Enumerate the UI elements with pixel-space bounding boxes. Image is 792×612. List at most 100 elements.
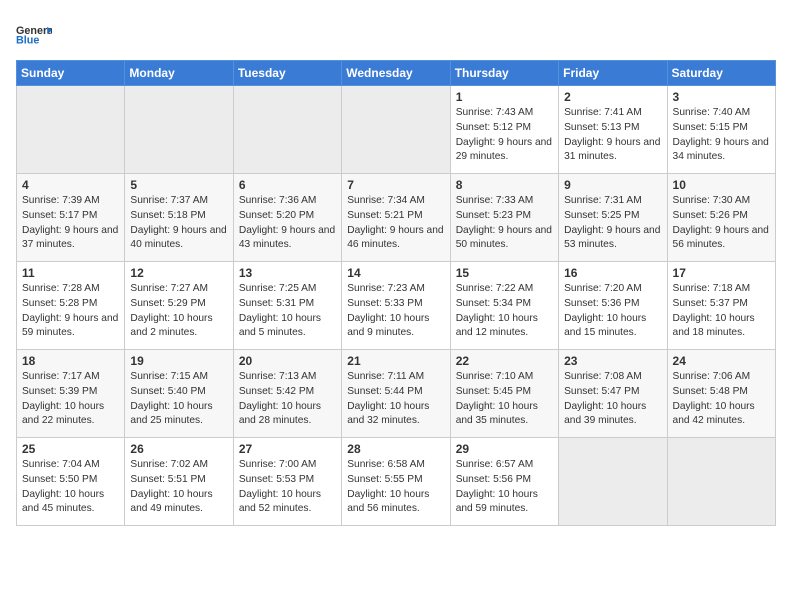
day-number: 2 <box>564 90 661 104</box>
daylight-label: Daylight: 10 hours and 15 minutes. <box>564 313 646 339</box>
day-number: 5 <box>130 178 227 192</box>
day-info: Sunrise: 7:00 AMSunset: 5:53 PMDaylight:… <box>239 458 336 517</box>
sunset-label: Sunset: 5:53 PM <box>239 474 314 485</box>
column-header-wednesday: Wednesday <box>342 61 450 86</box>
daylight-label: Daylight: 10 hours and 39 minutes. <box>564 401 646 427</box>
day-info: Sunrise: 7:25 AMSunset: 5:31 PMDaylight:… <box>239 282 336 341</box>
day-info: Sunrise: 7:36 AMSunset: 5:20 PMDaylight:… <box>239 194 336 253</box>
daylight-label: Daylight: 9 hours and 50 minutes. <box>456 225 552 251</box>
day-info: Sunrise: 7:22 AMSunset: 5:34 PMDaylight:… <box>456 282 553 341</box>
calendar-cell: 1 Sunrise: 7:43 AM Sunset: 5:12 PM Daylight… <box>450 86 558 174</box>
calendar-header-row: SundayMondayTuesdayWednesdayThursdayFrid… <box>17 61 776 86</box>
calendar-cell <box>342 86 450 174</box>
sunset-label: Sunset: 5:17 PM <box>22 210 97 221</box>
sunset-label: Sunset: 5:28 PM <box>22 298 97 309</box>
day-number: 23 <box>564 354 661 368</box>
sunrise-label: Sunrise: 7:36 AM <box>239 195 317 206</box>
daylight-label: Daylight: 10 hours and 49 minutes. <box>130 489 212 515</box>
calendar-cell: 14Sunrise: 7:23 AMSunset: 5:33 PMDayligh… <box>342 262 450 350</box>
calendar-cell: 20Sunrise: 7:13 AMSunset: 5:42 PMDayligh… <box>233 350 341 438</box>
column-header-tuesday: Tuesday <box>233 61 341 86</box>
calendar-cell <box>17 86 125 174</box>
sunrise-label: Sunrise: 7:22 AM <box>456 283 534 294</box>
day-number: 19 <box>130 354 227 368</box>
sunrise-label: Sunrise: 7:40 AM <box>673 107 751 118</box>
sunrise-label: Sunrise: 7:13 AM <box>239 371 317 382</box>
sunrise-label: Sunrise: 7:06 AM <box>673 371 751 382</box>
daylight-label: Daylight: 10 hours and 35 minutes. <box>456 401 538 427</box>
sunset-label: Sunset: 5:47 PM <box>564 386 639 397</box>
sunset-label: Sunset: 5:23 PM <box>456 210 531 221</box>
daylight-label: Daylight: 10 hours and 56 minutes. <box>347 489 429 515</box>
day-number: 16 <box>564 266 661 280</box>
day-number: 12 <box>130 266 227 280</box>
day-number: 25 <box>22 442 119 456</box>
calendar-week-row: 4Sunrise: 7:39 AMSunset: 5:17 PMDaylight… <box>17 174 776 262</box>
sunset-label: Sunset: 5:20 PM <box>239 210 314 221</box>
day-number: 14 <box>347 266 444 280</box>
calendar-cell <box>667 438 775 526</box>
day-number: 29 <box>456 442 553 456</box>
daylight-label: Daylight: 9 hours and 37 minutes. <box>22 225 118 251</box>
svg-text:Blue: Blue <box>16 35 39 47</box>
column-header-saturday: Saturday <box>667 61 775 86</box>
calendar-cell: 24Sunrise: 7:06 AMSunset: 5:48 PMDayligh… <box>667 350 775 438</box>
daylight-label: Daylight: 10 hours and 5 minutes. <box>239 313 321 339</box>
calendar-cell: 18Sunrise: 7:17 AMSunset: 5:39 PMDayligh… <box>17 350 125 438</box>
day-number: 1 <box>456 90 553 104</box>
sunset-label: Sunset: 5:31 PM <box>239 298 314 309</box>
day-info: Sunrise: 7:04 AMSunset: 5:50 PMDaylight:… <box>22 458 119 517</box>
day-info: Sunrise: 7:02 AMSunset: 5:51 PMDaylight:… <box>130 458 227 517</box>
calendar-cell: 26 Sunrise: 7:02 AMSunset: 5:51 PMDayligh… <box>125 438 233 526</box>
daylight-label: Daylight: 10 hours and 22 minutes. <box>22 401 104 427</box>
calendar-cell: 3Sunrise: 7:40 AMSunset: 5:15 PMDaylight… <box>667 86 775 174</box>
sunrise-label: Sunrise: 7:34 AM <box>347 195 425 206</box>
sunrise-label: Sunrise: 7:27 AM <box>130 283 208 294</box>
calendar-cell <box>559 438 667 526</box>
daylight-label: Daylight: 9 hours and 56 minutes. <box>673 225 769 251</box>
sunrise-label: Sunrise: 7:02 AM <box>130 459 208 470</box>
sunset-label: Sunset: 5:25 PM <box>564 210 639 221</box>
calendar-cell: 29Sunrise: 6:57 AMSunset: 5:56 PMDayligh… <box>450 438 558 526</box>
daylight-label: Daylight: 10 hours and 12 minutes. <box>456 313 538 339</box>
day-number: 26 <box>130 442 227 456</box>
sunset-label: Sunset: 5:29 PM <box>130 298 205 309</box>
daylight-label: Daylight: 9 hours and 29 minutes. <box>456 137 552 163</box>
calendar-cell: 11Sunrise: 7:28 AMSunset: 5:28 PMDayligh… <box>17 262 125 350</box>
sunset-label: Sunset: 5:56 PM <box>456 474 531 485</box>
day-number: 27 <box>239 442 336 456</box>
day-info: Sunrise: 7:41 AMSunset: 5:13 PMDaylight:… <box>564 106 661 165</box>
day-number: 22 <box>456 354 553 368</box>
day-info: Sunrise: 7:37 AMSunset: 5:18 PMDaylight:… <box>130 194 227 253</box>
calendar-cell: 4Sunrise: 7:39 AMSunset: 5:17 PMDaylight… <box>17 174 125 262</box>
day-number: 17 <box>673 266 770 280</box>
daylight-label: Daylight: 10 hours and 32 minutes. <box>347 401 429 427</box>
calendar-cell: 7Sunrise: 7:34 AMSunset: 5:21 PMDaylight… <box>342 174 450 262</box>
day-info: Sunrise: 7:15 AMSunset: 5:40 PMDaylight:… <box>130 370 227 429</box>
sunrise-label: Sunrise: 7:00 AM <box>239 459 317 470</box>
day-info: Sunrise: 7:33 AMSunset: 5:23 PMDaylight:… <box>456 194 553 253</box>
day-info: Sunrise: 6:58 AMSunset: 5:55 PMDaylight:… <box>347 458 444 517</box>
daylight-label: Daylight: 9 hours and 46 minutes. <box>347 225 443 251</box>
calendar-week-row: 18Sunrise: 7:17 AMSunset: 5:39 PMDayligh… <box>17 350 776 438</box>
calendar-cell: 9Sunrise: 7:31 AMSunset: 5:25 PMDaylight… <box>559 174 667 262</box>
calendar-cell: 23Sunrise: 7:08 AMSunset: 5:47 PMDayligh… <box>559 350 667 438</box>
column-header-friday: Friday <box>559 61 667 86</box>
sunrise-label: Sunrise: 7:43 AM <box>456 107 534 118</box>
sunrise-label: Sunrise: 7:37 AM <box>130 195 208 206</box>
sunset-label: Sunset: 5:48 PM <box>673 386 748 397</box>
calendar-table: SundayMondayTuesdayWednesdayThursdayFrid… <box>16 60 776 526</box>
daylight-label: Daylight: 10 hours and 59 minutes. <box>456 489 538 515</box>
sunset-label: Sunset: 5:45 PM <box>456 386 531 397</box>
day-info: Sunrise: 7:06 AMSunset: 5:48 PMDaylight:… <box>673 370 770 429</box>
day-info: Sunrise: 7:11 AMSunset: 5:44 PMDaylight:… <box>347 370 444 429</box>
calendar-cell: 6Sunrise: 7:36 AMSunset: 5:20 PMDaylight… <box>233 174 341 262</box>
sunset-label: Sunset: 5:12 PM <box>456 122 531 133</box>
sunrise-label: Sunrise: 7:17 AM <box>22 371 100 382</box>
sunrise-label: Sunrise: 7:15 AM <box>130 371 208 382</box>
sunset-label: Sunset: 5:36 PM <box>564 298 639 309</box>
calendar-cell: 13Sunrise: 7:25 AMSunset: 5:31 PMDayligh… <box>233 262 341 350</box>
sunset-label: Sunset: 5:18 PM <box>130 210 205 221</box>
day-number: 7 <box>347 178 444 192</box>
day-number: 10 <box>673 178 770 192</box>
